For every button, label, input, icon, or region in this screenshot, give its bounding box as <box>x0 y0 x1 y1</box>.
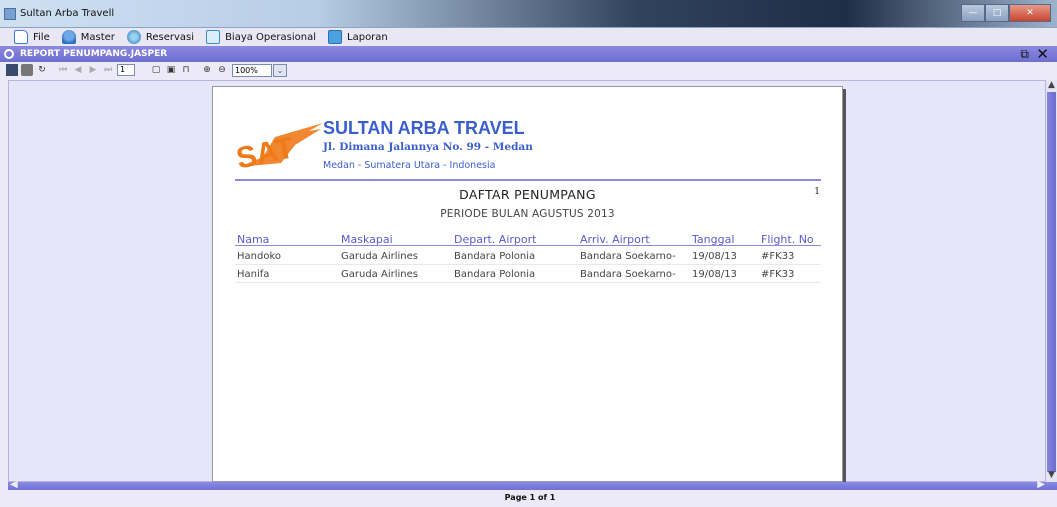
col-nama: Nama <box>237 233 270 246</box>
cell-arriv-airport: Bandara Soekarno- <box>580 269 676 280</box>
cell-nama: Handoko <box>237 251 282 262</box>
reload-icon[interactable]: ↻ <box>36 64 48 76</box>
minimize-button[interactable]: — <box>961 4 985 22</box>
internal-frame-titlebar: REPORT PENUMPANG.JASPER ⧉ ✕ <box>0 45 1057 63</box>
company-header: SULTAN ARBA TRAVEL Jl. Dimana Jalannya N… <box>323 117 533 172</box>
frame-icon <box>4 49 14 59</box>
header-divider <box>235 179 821 181</box>
window-controls: — □ ✕ <box>961 4 1051 22</box>
cell-nama: Hanifa <box>237 269 270 280</box>
cell-tanggal: 19/08/13 <box>692 251 737 262</box>
cell-maskapai: Garuda Airlines <box>341 251 418 262</box>
vertical-scrollbar[interactable]: ▲ ▼ <box>1046 80 1057 482</box>
scroll-up-icon[interactable]: ▲ <box>1046 80 1057 92</box>
logo-text: SAT <box>235 131 297 175</box>
menu-laporan-label: Laporan <box>347 31 388 43</box>
cell-flight-no: #FK33 <box>761 251 795 262</box>
menu-laporan[interactable]: Laporan <box>328 30 388 44</box>
restore-icon[interactable]: ⧉ <box>1020 47 1029 62</box>
chevron-down-icon[interactable]: ⌄ <box>273 63 287 77</box>
next-page-icon[interactable]: ▶ <box>87 64 99 76</box>
cell-depart-airport: Bandara Polonia <box>454 269 536 280</box>
scroll-right-icon[interactable]: ▶ <box>1037 479 1045 490</box>
scroll-down-icon[interactable]: ▼ <box>1046 470 1057 482</box>
window-titlebar: Sultan Arba Travell — □ ✕ <box>0 0 1057 28</box>
laporan-icon <box>328 30 343 44</box>
fit-width-icon[interactable]: ⊓ <box>180 64 192 76</box>
cell-maskapai: Garuda Airlines <box>341 269 418 280</box>
menu-master-label: Master <box>80 31 115 43</box>
report-subtitle: PERIODE BULAN AGUSTUS 2013 <box>440 208 615 220</box>
menu-master[interactable]: Master <box>61 30 115 44</box>
actual-size-icon[interactable]: ▢ <box>150 64 162 76</box>
first-page-icon[interactable]: ⏮ <box>57 64 69 76</box>
menu-biaya-label: Biaya Operasional <box>225 31 317 43</box>
window-title: Sultan Arba Travell <box>20 8 115 19</box>
page-status: Page 1 of 1 <box>504 493 556 502</box>
menu-file[interactable]: File <box>14 30 50 44</box>
zoom-select[interactable]: 100% <box>232 63 272 77</box>
col-flight-no: Flight. No <box>761 233 814 246</box>
zoom-out-icon[interactable]: ⊖ <box>216 64 228 76</box>
fit-page-icon[interactable]: ▣ <box>165 64 177 76</box>
master-icon <box>61 30 76 44</box>
col-arriv-airport: Arriv. Airport <box>580 233 650 246</box>
sat-logo: SAT <box>235 123 323 176</box>
cell-arriv-airport: Bandara Soekarno- <box>580 251 676 262</box>
vertical-scroll-thumb[interactable] <box>1047 92 1056 472</box>
report-title: DAFTAR PENUMPANG <box>459 187 596 202</box>
table-header: Nama Maskapai Depart. Airport Arriv. Air… <box>235 233 821 246</box>
print-icon[interactable] <box>21 64 33 76</box>
app-icon <box>4 8 16 20</box>
company-name: SULTAN ARBA TRAVEL <box>323 118 525 138</box>
previous-page-icon[interactable]: ◀ <box>72 64 84 76</box>
save-icon[interactable] <box>6 64 18 76</box>
menu-file-label: File <box>33 31 50 43</box>
file-icon <box>14 30 28 44</box>
horizontal-scrollbar[interactable]: ◀ ▶ <box>8 479 1057 490</box>
cell-tanggal: 19/08/13 <box>692 269 737 280</box>
frame-close-icon[interactable]: ✕ <box>1036 45 1049 63</box>
close-button[interactable]: ✕ <box>1009 4 1051 22</box>
menu-reservasi[interactable]: Reservasi <box>126 30 195 44</box>
page-number: 1 <box>814 187 820 197</box>
last-page-icon[interactable]: ⏭ <box>102 64 114 76</box>
col-maskapai: Maskapai <box>341 233 393 246</box>
zoom-in-icon[interactable]: ⊕ <box>201 64 213 76</box>
report-page: SAT SULTAN ARBA TRAVEL Jl. Dimana Jalann… <box>212 86 843 482</box>
company-city: Medan - Sumatera Utara - Indonesia <box>323 160 496 171</box>
cell-flight-no: #FK33 <box>761 269 795 280</box>
table-row: Handoko Garuda Airlines Bandara Polonia … <box>235 249 821 265</box>
col-depart-airport: Depart. Airport <box>454 233 537 246</box>
scroll-left-icon[interactable]: ◀ <box>10 479 18 490</box>
col-tanggal: Tanggal <box>692 233 735 246</box>
cell-depart-airport: Bandara Polonia <box>454 251 536 262</box>
maximize-button[interactable]: □ <box>985 4 1009 22</box>
report-toolbar: ↻ ⏮ ◀ ▶ ⏭ 1 ▢ ▣ ⊓ ⊕ ⊖ 100% ⌄ <box>0 62 1057 78</box>
biaya-icon <box>206 30 221 44</box>
table-row: Hanifa Garuda Airlines Bandara Polonia B… <box>235 267 821 283</box>
company-address: Jl. Dimana Jalannya No. 99 - Medan <box>323 141 533 153</box>
menu-bar: File Master Reservasi Biaya Operasional … <box>0 28 1057 46</box>
page-number-input[interactable]: 1 <box>117 64 135 76</box>
reservasi-icon <box>126 30 141 44</box>
frame-title: REPORT PENUMPANG.JASPER <box>20 49 168 59</box>
menu-biaya-operasional[interactable]: Biaya Operasional <box>206 30 316 44</box>
status-bar: Page 1 of 1 <box>0 490 1057 507</box>
menu-reservasi-label: Reservasi <box>145 31 195 43</box>
